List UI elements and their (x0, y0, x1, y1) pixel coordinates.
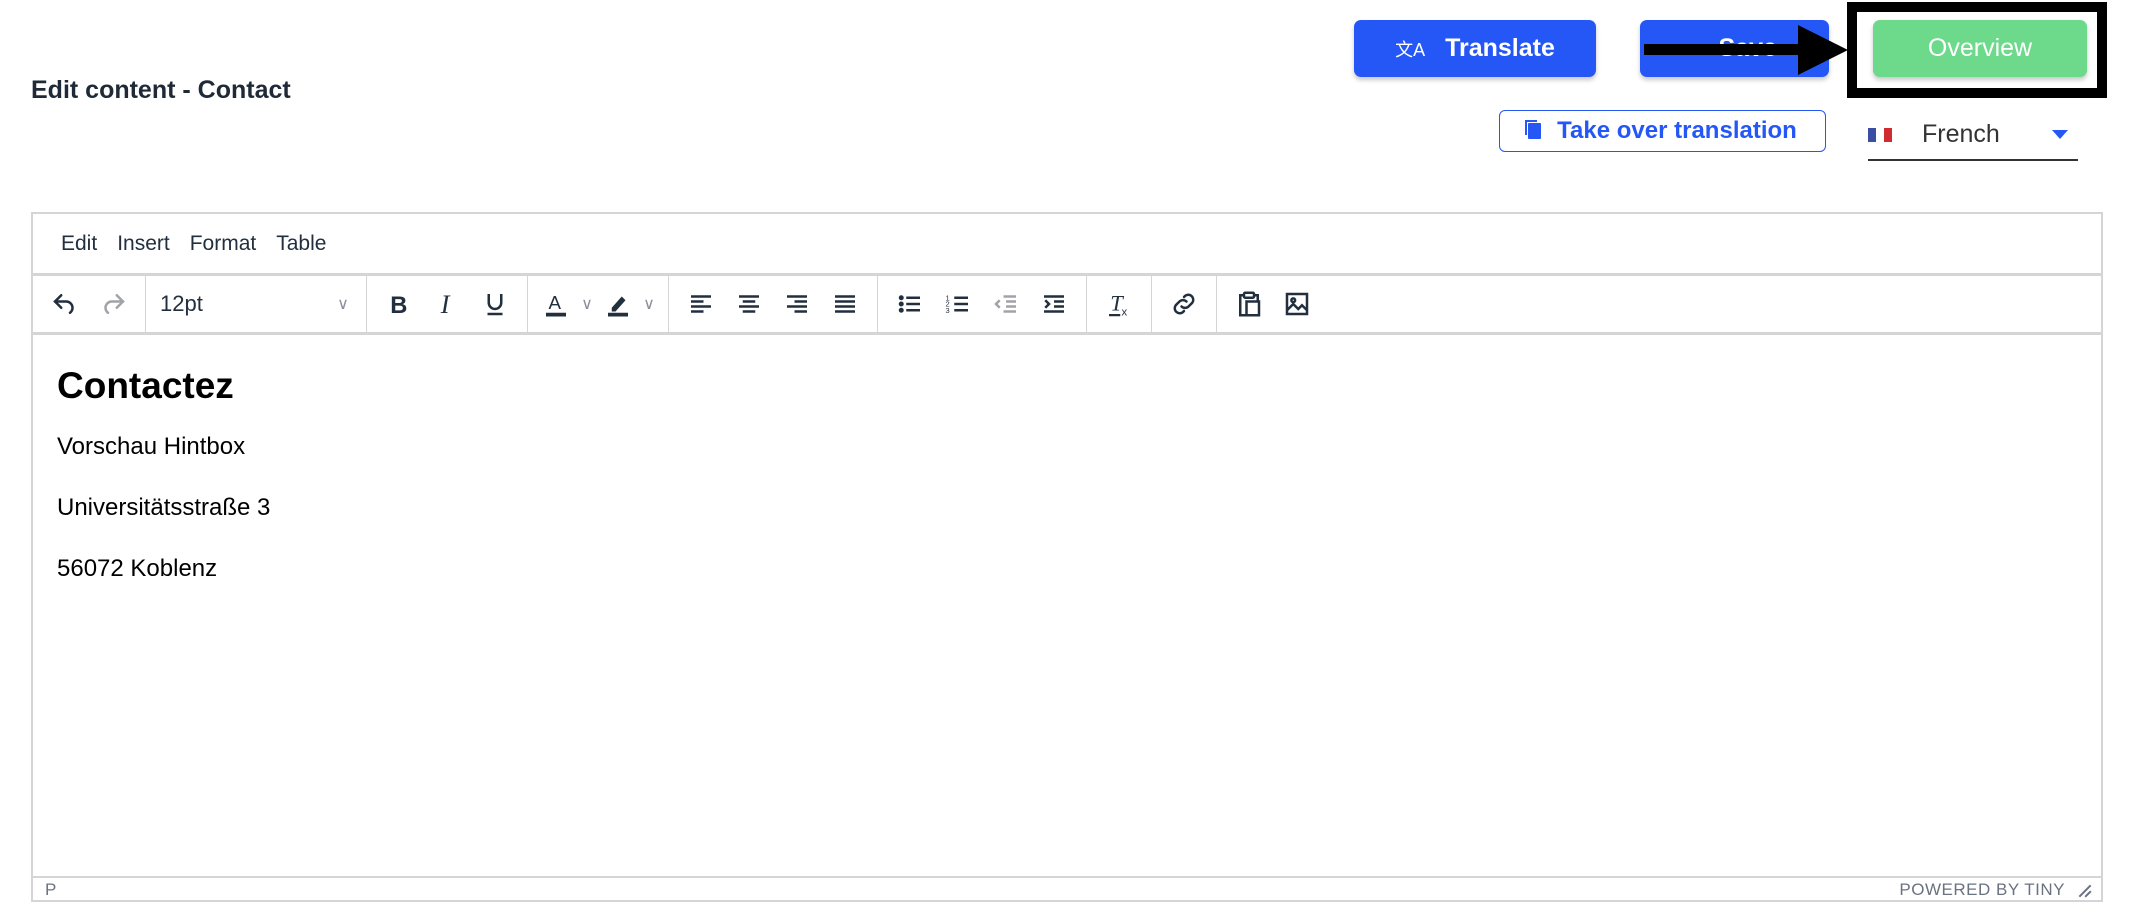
content-paragraph: 56072 Koblenz (57, 555, 218, 582)
text-color-icon: A (546, 292, 566, 317)
editor-toolbar: 12pt ∨ B I A ∨ ∨ 1 2 3 T x (33, 276, 2101, 335)
svg-text:I: I (440, 290, 451, 319)
svg-text:B: B (390, 292, 407, 319)
clear-formatting-button[interactable]: Tx (1095, 282, 1143, 326)
rich-text-editor: Edit Insert Format Table 12pt ∨ B I A ∨ … (31, 212, 2103, 902)
indent-button[interactable] (1030, 282, 1078, 326)
history-group (33, 276, 146, 332)
text-color-split-button[interactable]: A ∨ (536, 282, 598, 326)
element-path[interactable]: P (45, 880, 56, 900)
menu-edit[interactable]: Edit (51, 232, 107, 256)
clear-formatting-icon: Tx (1109, 290, 1128, 318)
text-color-button[interactable]: A (536, 282, 576, 326)
content-heading: Contactez (57, 365, 234, 406)
format-group: B I (367, 276, 528, 332)
underline-button[interactable] (471, 282, 519, 326)
bold-icon: B (390, 292, 407, 319)
image-button[interactable] (1273, 282, 1321, 326)
highlight-color-button[interactable] (598, 282, 638, 326)
take-over-label: Take over translation (1557, 117, 1797, 144)
align-right-icon (787, 295, 807, 313)
paste-icon (1239, 291, 1261, 317)
highlight-color-icon (608, 296, 628, 317)
chevron-down-icon[interactable]: ∨ (576, 294, 598, 314)
underline-icon (487, 294, 503, 316)
menu-insert[interactable]: Insert (107, 232, 180, 256)
highlight-color-split-button[interactable]: ∨ (598, 282, 660, 326)
color-group: A ∨ ∨ (528, 276, 669, 332)
translate-label: Translate (1445, 34, 1555, 62)
language-selected-value: French (1922, 120, 2000, 148)
powered-by-link[interactable]: POWERED BY TINY (1899, 880, 2065, 900)
align-center-icon (739, 295, 759, 313)
status-right: POWERED BY TINY (1899, 880, 2091, 900)
link-group (1152, 276, 1217, 332)
chevron-down-icon: ∨ (337, 296, 349, 313)
align-group (669, 276, 878, 332)
image-icon (1285, 292, 1309, 316)
editor-content-area[interactable]: Contactez Vorschau Hintbox Universitätss… (33, 335, 2101, 876)
overview-label: Overview (1927, 34, 2033, 62)
french-flag-icon (1868, 127, 1892, 142)
svg-text:A: A (549, 292, 562, 313)
link-icon (1173, 293, 1195, 315)
menu-format[interactable]: Format (180, 232, 267, 256)
take-over-translation-button[interactable]: Take over translation (1499, 110, 1826, 152)
editor-statusbar: P POWERED BY TINY (33, 876, 2101, 902)
font-size-group: 12pt ∨ (146, 276, 367, 332)
font-size-value: 12pt (160, 291, 203, 316)
align-justify-icon (835, 295, 855, 313)
align-left-button[interactable] (677, 282, 725, 326)
bullet-list-button[interactable] (886, 282, 934, 326)
content-paragraph: Universitätsstraße 3 (57, 494, 271, 521)
content-paragraph: Vorschau Hintbox (57, 433, 246, 460)
annotation-arrow-head (1798, 25, 1848, 75)
clear-format-group: Tx (1087, 276, 1152, 332)
caret-down-icon (2052, 130, 2068, 139)
outdent-icon (994, 295, 1016, 313)
insert-group (1217, 276, 1329, 332)
translate-icon: 文A (1395, 39, 1426, 60)
page-title: Edit content - Contact (31, 76, 291, 104)
italic-button[interactable]: I (423, 282, 471, 326)
list-group: 123 (878, 276, 1087, 332)
svg-text:x: x (1122, 306, 1128, 318)
link-button[interactable] (1160, 282, 1208, 326)
menu-table[interactable]: Table (266, 232, 336, 256)
bullet-list-icon (898, 295, 920, 313)
redo-icon (104, 294, 125, 314)
overview-button[interactable]: Overview (1873, 20, 2087, 77)
align-right-button[interactable] (773, 282, 821, 326)
translate-button[interactable]: 文A Translate (1354, 20, 1596, 77)
paste-button[interactable] (1225, 282, 1273, 326)
bold-button[interactable]: B (375, 282, 423, 326)
align-center-button[interactable] (725, 282, 773, 326)
chevron-down-icon[interactable]: ∨ (638, 294, 660, 314)
outdent-button[interactable] (982, 282, 1030, 326)
undo-button[interactable] (41, 282, 89, 326)
annotation-arrow-shaft (1644, 44, 1800, 55)
indent-icon (1044, 295, 1064, 313)
align-left-icon (691, 295, 711, 313)
copy-document-icon (1525, 120, 1542, 139)
redo-button[interactable] (89, 282, 137, 326)
numbered-list-icon: 123 (946, 293, 968, 315)
numbered-list-button[interactable]: 123 (934, 282, 982, 326)
align-justify-button[interactable] (821, 282, 869, 326)
svg-text:3: 3 (946, 306, 950, 315)
language-select[interactable]: French (1868, 110, 2078, 161)
resize-handle-icon[interactable] (2077, 883, 2091, 897)
font-size-select[interactable]: 12pt ∨ (146, 291, 366, 317)
italic-icon: I (440, 290, 451, 319)
editor-menubar: Edit Insert Format Table (33, 214, 2101, 276)
undo-icon (53, 294, 74, 314)
